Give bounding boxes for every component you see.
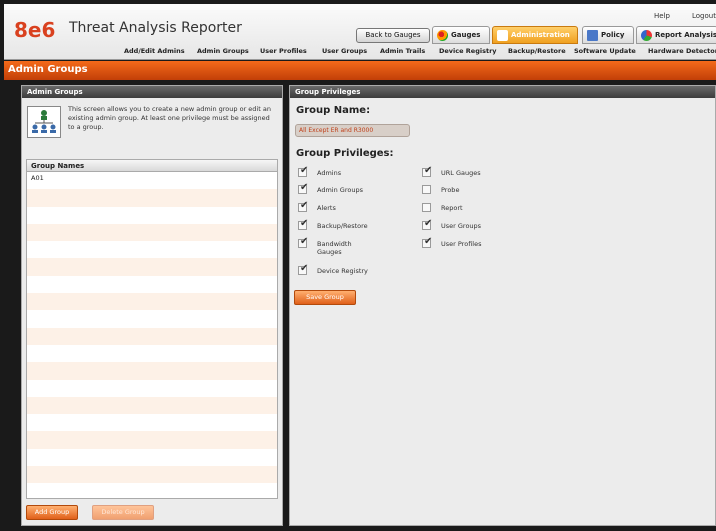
privilege-label: User Profiles [441, 240, 482, 248]
group-names-grid[interactable]: Group Names A01 [26, 159, 278, 499]
subnav-software-update[interactable]: Software Update [574, 47, 636, 55]
table-row[interactable] [27, 466, 277, 484]
admin-groups-panel: Admin Groups This screen allows you to c… [21, 85, 283, 526]
privilege-checkbox[interactable]: ✔ [422, 165, 433, 177]
table-row[interactable]: A01 [27, 172, 277, 190]
subnav: Add/Edit Admins Admin Groups User Profil… [8, 47, 716, 60]
table-row[interactable] [27, 483, 277, 498]
tab-label: Policy [601, 31, 625, 39]
tab-policy[interactable]: Policy [582, 26, 634, 44]
privilege-checkbox[interactable]: ✔ [298, 200, 309, 212]
privilege-label: User Groups [441, 222, 482, 230]
privilege-label: Alerts [317, 204, 336, 212]
privilege-label: Report [441, 204, 463, 212]
privilege-checkbox[interactable]: ✔ [298, 165, 309, 177]
subnav-add-edit-admins[interactable]: Add/Edit Admins [124, 47, 185, 55]
table-row[interactable] [27, 293, 277, 311]
checkmark-icon: ✔ [300, 200, 309, 211]
logo: 8e6 [14, 18, 56, 42]
table-row[interactable] [27, 396, 277, 415]
privilege-label: URL Gauges [441, 169, 481, 177]
privilege-label: Bandwidth Gauges [317, 240, 352, 256]
table-row[interactable] [27, 310, 277, 328]
subnav-device-registry[interactable]: Device Registry [439, 47, 497, 55]
save-group-button[interactable]: Save Group [294, 290, 356, 305]
group-name-label: Group Name: [296, 105, 371, 116]
tab-gauges[interactable]: Gauges [432, 26, 490, 44]
privilege-checkbox[interactable]: ✔ [298, 218, 309, 230]
table-row[interactable] [27, 414, 277, 432]
group-name-field[interactable]: All Except ER and R3000 [295, 124, 410, 137]
privilege-checkbox[interactable] [422, 203, 431, 212]
checkmark-icon: ✔ [300, 182, 309, 193]
subnav-user-profiles[interactable]: User Profiles [260, 47, 307, 55]
privilege-checkbox[interactable] [422, 185, 431, 194]
gauges-icon [437, 30, 448, 41]
table-row[interactable] [27, 379, 277, 397]
page-title: Admin Groups [8, 64, 88, 75]
app-header: 8e6 Threat Analysis Reporter Help Logout… [4, 4, 716, 60]
privilege-label: Admins [317, 169, 342, 177]
table-row[interactable] [27, 327, 277, 345]
delete-group-button[interactable]: Delete Group [92, 505, 154, 520]
admin-groups-icon [27, 106, 61, 138]
privilege-checkbox[interactable]: ✔ [422, 236, 433, 248]
checkmark-icon: ✔ [300, 218, 309, 229]
table-row[interactable] [27, 431, 277, 449]
privilege-checkbox[interactable]: ✔ [298, 236, 309, 248]
page-title-bar: Admin Groups [4, 61, 716, 80]
panel-title: Group Privileges [290, 86, 715, 98]
table-row[interactable] [27, 258, 277, 276]
table-row[interactable] [27, 448, 277, 467]
tab-label: Gauges [451, 31, 481, 39]
info-text: This screen allows you to create a new a… [68, 105, 271, 131]
tab-label: Administration [511, 31, 570, 39]
help-link[interactable]: Help [654, 12, 670, 20]
table-row[interactable] [27, 362, 277, 380]
table-row[interactable] [27, 344, 277, 363]
checkmark-icon: ✔ [424, 218, 433, 229]
privilege-label: Backup/Restore [317, 222, 368, 230]
privilege-checkbox[interactable]: ✔ [298, 182, 309, 194]
app-title: Threat Analysis Reporter [69, 20, 242, 36]
privilege-label: Device Registry [317, 267, 368, 275]
group-privileges-label: Group Privileges: [296, 148, 394, 159]
back-to-gauges-button[interactable]: Back to Gauges [356, 28, 430, 43]
add-group-button[interactable]: Add Group [26, 505, 78, 520]
privilege-label: Admin Groups [317, 186, 363, 194]
tab-administration[interactable]: Administration [492, 26, 578, 44]
checkmark-icon: ✔ [424, 165, 433, 176]
privilege-checkbox[interactable]: ✔ [422, 218, 433, 230]
table-row[interactable] [27, 223, 277, 242]
table-row[interactable] [27, 275, 277, 294]
checkmark-icon: ✔ [300, 165, 309, 176]
panel-title: Admin Groups [22, 86, 282, 98]
subnav-admin-groups[interactable]: Admin Groups [197, 47, 249, 55]
privilege-label: Probe [441, 186, 460, 194]
table-row[interactable] [27, 241, 277, 259]
report-analysis-icon [641, 30, 652, 41]
privilege-checkbox[interactable]: ✔ [298, 263, 309, 275]
checkmark-icon: ✔ [300, 263, 309, 274]
subnav-admin-trails[interactable]: Admin Trails [380, 47, 425, 55]
subnav-user-groups[interactable]: User Groups [322, 47, 367, 55]
logout-link[interactable]: Logout [692, 12, 716, 20]
administration-icon [497, 30, 508, 41]
table-row[interactable] [27, 189, 277, 207]
checkmark-icon: ✔ [300, 236, 309, 247]
tab-label: Report Analysis [655, 31, 716, 39]
grid-header: Group Names [27, 160, 277, 172]
tab-report-analysis[interactable]: Report Analysis [636, 26, 716, 44]
policy-icon [587, 30, 598, 41]
checkmark-icon: ✔ [424, 236, 433, 247]
group-privileges-panel: Group Privileges Group Name: All Except … [289, 85, 716, 526]
subnav-backup-restore[interactable]: Backup/Restore [508, 47, 566, 55]
subnav-hardware-detector[interactable]: Hardware Detector [648, 47, 716, 55]
table-row[interactable] [27, 206, 277, 224]
